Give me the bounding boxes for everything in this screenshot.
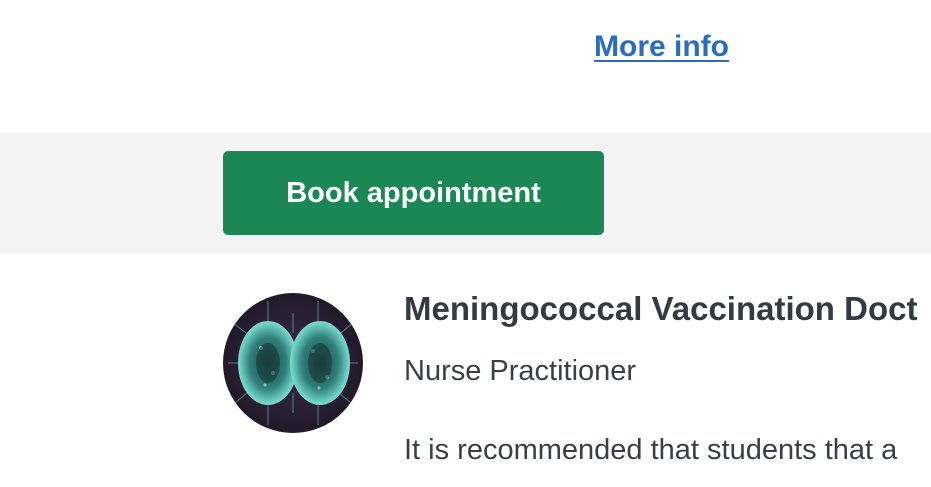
bacteria-illustration-icon: [223, 293, 363, 433]
page: More info Book appointment Meningococcal…: [0, 0, 931, 487]
service-avatar: [223, 293, 363, 433]
book-appointment-button[interactable]: Book appointment: [223, 151, 604, 235]
provider-role: Nurse Practitioner: [404, 355, 637, 387]
more-info-link[interactable]: More info: [594, 30, 729, 64]
service-title: Meningococcal Vaccination Doct: [404, 290, 918, 327]
service-description: It is recommended that students that a: [404, 434, 898, 466]
